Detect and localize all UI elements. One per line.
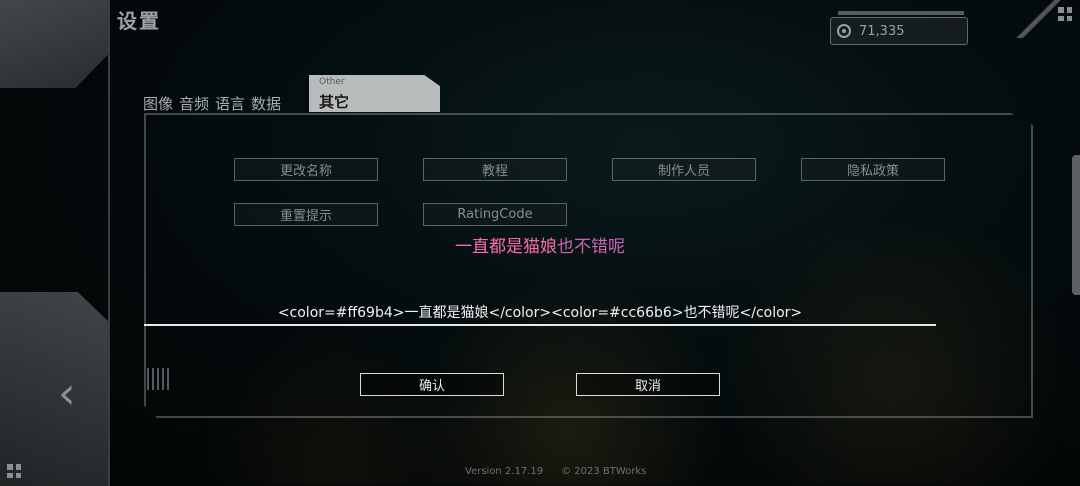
credits-button[interactable]: 制作人员: [612, 158, 756, 181]
tab-graphics[interactable]: 图像: [143, 93, 173, 114]
tutorial-button[interactable]: 教程: [423, 158, 567, 181]
name-input-wrapper: [144, 302, 936, 326]
version-text: Version 2.17.19: [465, 466, 544, 477]
tab-other-label: 其它: [319, 93, 350, 111]
page-title: 设置: [117, 9, 161, 33]
tab-other-sublabel: Other: [319, 77, 345, 87]
settings-tabs: 图像 音频 语言 数据: [143, 93, 281, 114]
currency-top-bar: [838, 11, 964, 15]
right-side-tab[interactable]: [1072, 155, 1080, 295]
menu-grid-icon-bottom[interactable]: [7, 464, 21, 478]
back-arrow-icon[interactable]: ‹: [58, 368, 76, 419]
preview-part-2: 也不错呢: [557, 237, 625, 257]
tab-audio[interactable]: 音频: [179, 93, 209, 114]
confirm-button[interactable]: 确认: [360, 373, 504, 396]
reset-tips-button[interactable]: 重置提示: [234, 203, 378, 226]
tab-language[interactable]: 语言: [215, 93, 245, 114]
cancel-button[interactable]: 取消: [576, 373, 720, 396]
copyright-text: © 2023 BTWorks: [561, 466, 647, 477]
left-bottom-panel: [0, 292, 108, 486]
top-right-decoration: [1010, 0, 1080, 38]
currency-value: 71,335: [859, 23, 905, 39]
coin-icon: [837, 24, 851, 38]
preview-part-1: 一直都是猫娘: [455, 237, 557, 257]
tab-data[interactable]: 数据: [251, 93, 281, 114]
name-preview: 一直都是猫娘也不错呢: [0, 232, 1080, 257]
rating-code-button[interactable]: RatingCode: [423, 203, 567, 226]
left-top-panel: [0, 0, 108, 88]
privacy-policy-button[interactable]: 隐私政策: [801, 158, 945, 181]
panel-hatch-decoration: [147, 368, 169, 390]
rename-button[interactable]: 更改名称: [234, 158, 378, 181]
name-input[interactable]: [144, 302, 936, 322]
footer: Version 2.17.19 © 2023 BTWorks: [465, 466, 646, 477]
currency-display: 71,335: [830, 17, 968, 45]
